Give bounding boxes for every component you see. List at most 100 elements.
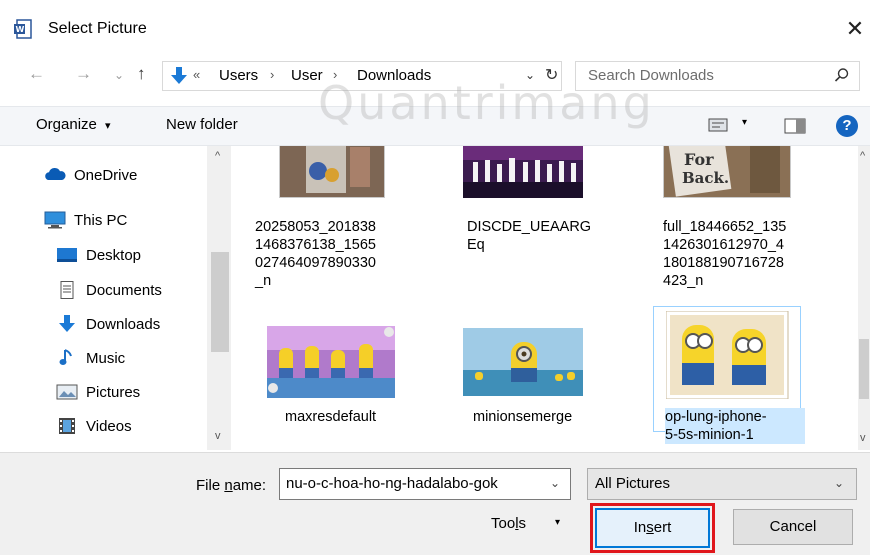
file-name[interactable]: DISCDE_UEAARG Eq (467, 218, 607, 254)
downloads-folder-icon (170, 66, 188, 86)
file-thumbnail[interactable] (463, 328, 583, 396)
chevron-down-icon: ⌄ (834, 476, 845, 490)
nav-scroll-down-arrow[interactable]: v (215, 430, 221, 442)
file-name-line: 027464097890330 (255, 255, 376, 271)
search-icon[interactable] (834, 67, 850, 83)
documents-icon (56, 281, 78, 299)
sidebar-item-pictures[interactable]: Pictures (56, 377, 140, 407)
file-name[interactable]: 20258053_201838 1468376138_1565 02746409… (255, 218, 395, 290)
file-name-line: 1426301612970_4 (663, 237, 784, 253)
file-name[interactable]: minionsemerge (473, 408, 613, 426)
forward-button[interactable]: → (75, 64, 92, 84)
chevron-down-icon: ▾ (105, 120, 111, 132)
desktop-icon (56, 246, 78, 264)
sidebar-item-this-pc[interactable]: This PC (44, 205, 127, 235)
navigation-pane: OneDrive This PC Desktop Documents Downl… (0, 146, 233, 450)
file-name-line: 423_n (663, 273, 704, 289)
cloud-icon (44, 166, 66, 184)
sidebar-item-label: This PC (74, 211, 128, 229)
breadcrumb-overflow[interactable]: « (193, 67, 200, 82)
bottom-panel: File name: nu-o-c-hoa-ho-ng-hadalabo-gok… (0, 452, 870, 555)
file-type-value: All Pictures (595, 475, 671, 492)
sidebar-item-downloads[interactable]: Downloads (56, 309, 160, 339)
window-title: Select Picture (48, 20, 147, 37)
breadcrumb-users[interactable]: Users (219, 67, 258, 84)
music-note-icon (56, 349, 78, 367)
help-icon[interactable]: ? (836, 115, 858, 137)
film-icon (56, 417, 78, 435)
recent-locations-button[interactable]: ⌄ (114, 68, 124, 82)
file-name-line: full_18446652_135 (663, 219, 787, 235)
file-thumbnail[interactable] (267, 326, 395, 398)
svg-text:For: For (684, 150, 714, 169)
sidebar-item-label: Music (86, 349, 126, 367)
file-name[interactable]: maxresdefault (285, 408, 425, 426)
cancel-button[interactable]: Cancel (733, 509, 853, 545)
nav-scroll-up-arrow[interactable]: ^ (215, 150, 220, 162)
up-button[interactable]: ↑ (137, 64, 146, 84)
file-scroll-down-arrow[interactable]: v (860, 432, 866, 444)
svg-text:W: W (16, 25, 25, 34)
organize-label: Organize (36, 116, 97, 133)
organize-button[interactable]: Organize ▾ (36, 116, 111, 133)
word-doc-icon: W (14, 19, 34, 39)
file-name-line: 5-5s-minion-1 (665, 427, 754, 443)
label-part: In (633, 519, 647, 536)
label-accesskey: n (224, 477, 233, 494)
sidebar-item-videos[interactable]: Videos (56, 411, 132, 441)
file-name-label: File name: (196, 477, 266, 494)
watermark: Quantrimang (318, 76, 655, 130)
file-name-line: 1468376138_1565 (255, 237, 376, 253)
download-arrow-icon (56, 315, 78, 333)
label-part: ame: (232, 477, 267, 494)
sidebar-item-label: Downloads (86, 315, 161, 333)
svg-text:Back.: Back. (682, 169, 729, 187)
file-name-line: DISCDE_UEAARG (467, 219, 592, 235)
new-folder-button[interactable]: New folder (166, 116, 238, 133)
file-thumbnail[interactable]: For Back. (663, 146, 791, 198)
sidebar-item-onedrive[interactable]: OneDrive (44, 160, 137, 190)
label-accesskey: s (646, 519, 654, 536)
file-name-line: Eq (467, 237, 485, 253)
sidebar-item-music[interactable]: Music (56, 343, 125, 373)
file-name[interactable]: full_18446652_135 1426301612970_4 180188… (663, 218, 803, 290)
sidebar-item-label: Pictures (86, 383, 141, 401)
file-name-line: op-lung-iphone- (665, 409, 767, 425)
chevron-down-icon[interactable]: ▾ (555, 517, 560, 528)
sidebar-item-label: Documents (86, 281, 162, 299)
tools-button[interactable]: Tools (491, 515, 526, 532)
label-part: Too (491, 515, 516, 532)
file-name-selected[interactable]: op-lung-iphone- 5-5s-minion-1 (665, 408, 805, 444)
sidebar-item-documents[interactable]: Documents (56, 275, 162, 305)
file-name-input[interactable]: nu-o-c-hoa-ho-ng-hadalabo-gok ⌄ (279, 468, 571, 500)
sidebar-item-label: OneDrive (74, 166, 138, 184)
pictures-icon (56, 383, 78, 401)
title-bar: W Select Picture ✕ (0, 0, 870, 62)
sidebar-item-label: Desktop (86, 246, 142, 264)
back-button[interactable]: ← (28, 64, 45, 84)
file-name-line: 180188190716728 (663, 255, 784, 271)
label-part: File (196, 477, 225, 494)
file-type-select[interactable]: All Pictures ⌄ (587, 468, 857, 500)
file-thumbnail[interactable] (279, 146, 385, 198)
label-part: ert (653, 519, 672, 536)
file-scrollbar[interactable] (858, 146, 870, 450)
file-name-line: _n (255, 273, 272, 289)
sidebar-item-desktop[interactable]: Desktop (56, 240, 141, 270)
file-scrollbar-thumb[interactable] (859, 339, 869, 399)
nav-scrollbar-thumb[interactable] (211, 252, 229, 352)
file-name-line: 20258053_201838 (255, 219, 376, 235)
breadcrumb-separator[interactable]: › (270, 67, 274, 82)
file-name-value: nu-o-c-hoa-ho-ng-hadalabo-gok (286, 475, 498, 492)
file-list: For Back. 20258053_201838 1468376138_1565… (233, 146, 858, 450)
view-options-dropdown[interactable]: ▾ (742, 117, 747, 128)
label-part: s (518, 515, 527, 532)
computer-icon (44, 211, 66, 229)
chevron-down-icon[interactable]: ⌄ (550, 476, 560, 490)
close-button[interactable]: ✕ (842, 14, 868, 44)
preview-pane-icon[interactable] (784, 118, 806, 134)
file-thumbnail[interactable] (463, 146, 583, 198)
change-view-icon[interactable] (708, 118, 728, 132)
insert-button[interactable]: Insert (595, 508, 710, 548)
file-scroll-up-arrow[interactable]: ^ (860, 150, 865, 162)
